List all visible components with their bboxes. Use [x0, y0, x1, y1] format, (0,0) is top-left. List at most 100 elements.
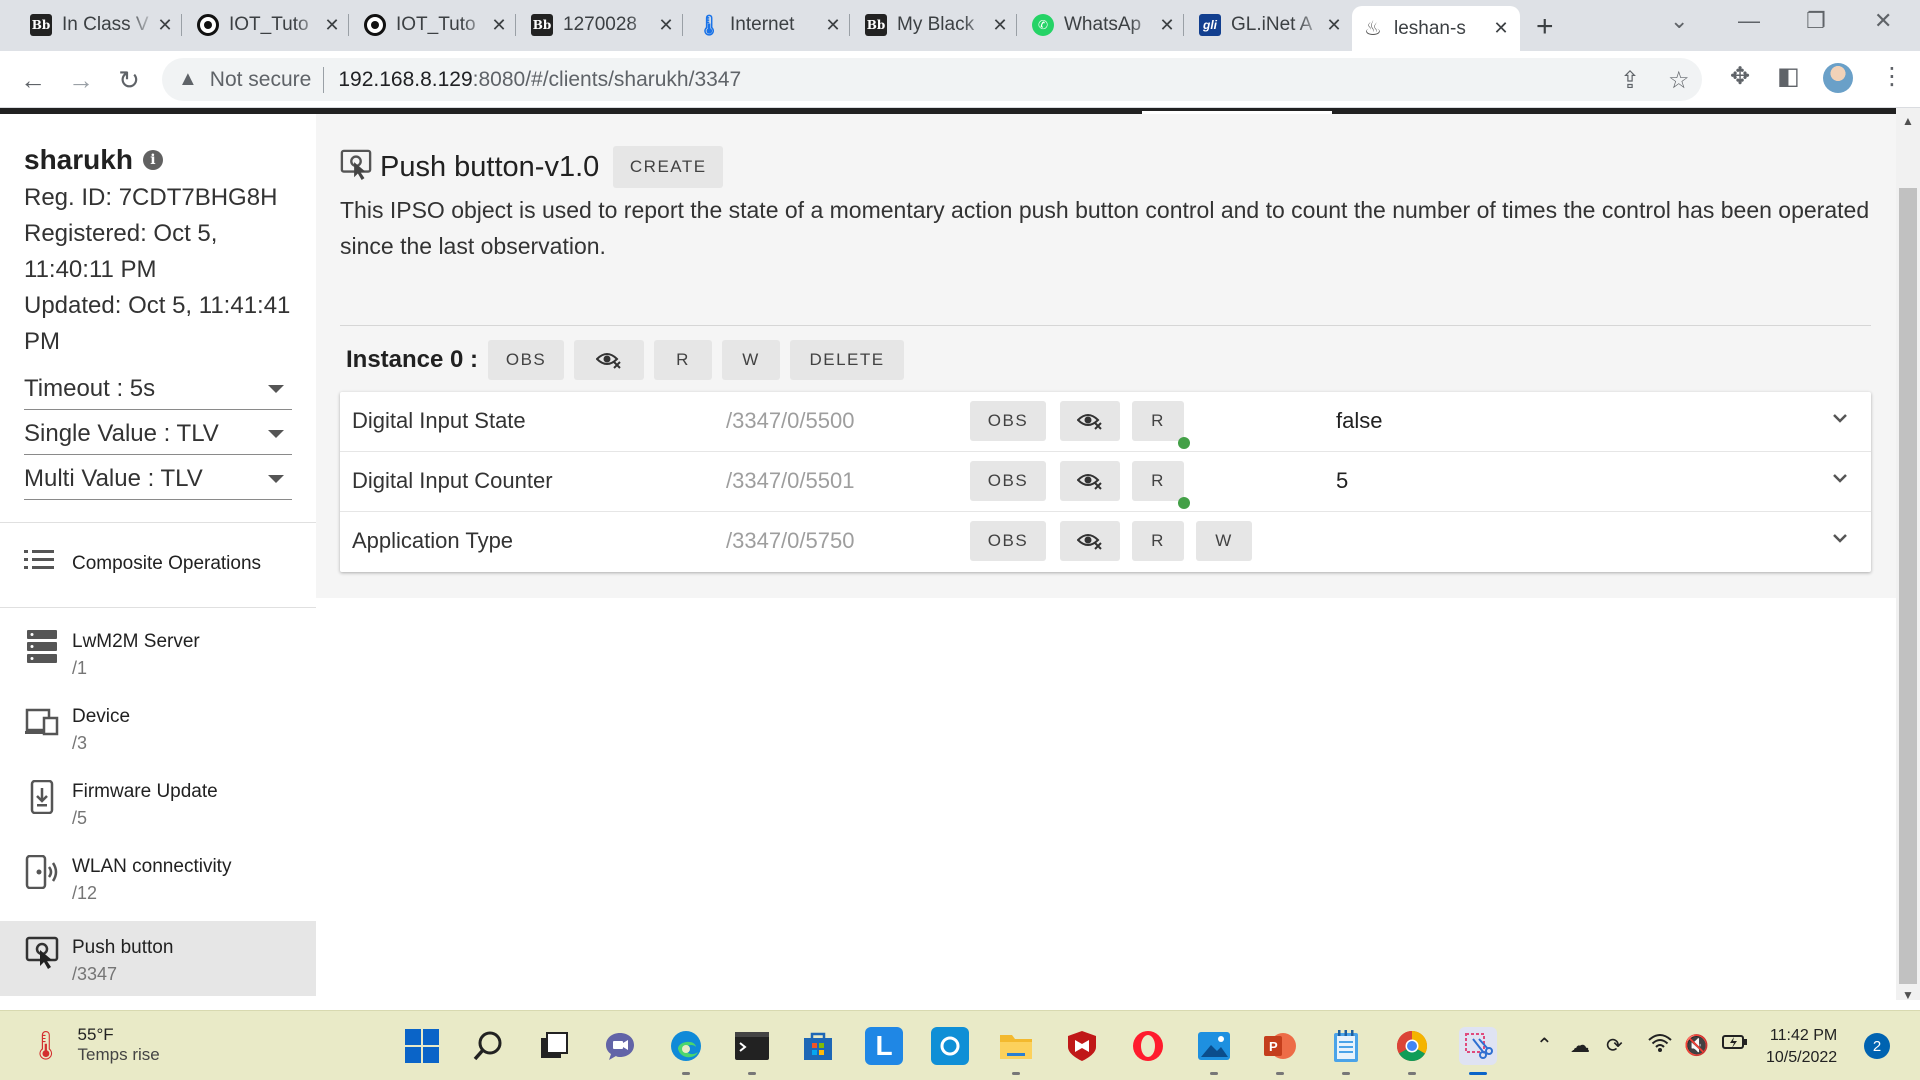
single-value-format-select[interactable]: Single Value : TLV [24, 413, 292, 455]
outlook-icon[interactable] [931, 1027, 969, 1065]
weather-widget[interactable]: 🌡 55°F Temps rise [28, 1025, 160, 1065]
resource-cancel-observe-button[interactable] [1060, 521, 1120, 561]
restore-icon[interactable]: ❐ [1806, 8, 1826, 34]
browser-tab[interactable]: 🌡 Internet ✕ [688, 7, 852, 43]
scrollbar-thumb[interactable] [1899, 188, 1917, 984]
resource-observe-button[interactable]: OBS [970, 521, 1046, 561]
browser-tab[interactable]: Bb 1270028 ✕ [521, 7, 685, 43]
resource-cancel-observe-button[interactable] [1060, 461, 1120, 501]
close-icon[interactable]: ✕ [991, 15, 1009, 36]
resource-read-button[interactable]: R [1132, 521, 1184, 561]
volume-muted-icon[interactable]: 🔇 [1684, 1033, 1709, 1058]
tab-search-chevron-icon[interactable]: ⌄ [1670, 8, 1688, 34]
profile-avatar[interactable] [1823, 63, 1853, 93]
minimize-icon[interactable]: — [1738, 8, 1760, 34]
create-instance-button[interactable]: CREATE [613, 146, 724, 188]
share-icon[interactable]: ⇪ [1620, 66, 1640, 95]
browser-tab[interactable]: ✆ WhatsAp ✕ [1022, 7, 1186, 43]
microsoft-store-icon[interactable] [799, 1027, 837, 1065]
task-view-icon[interactable] [535, 1027, 573, 1065]
clock-time: 11:42 PM [1769, 1027, 1838, 1044]
photos-icon[interactable] [1195, 1027, 1233, 1075]
close-icon[interactable]: ✕ [490, 15, 508, 36]
browser-tab[interactable]: Bb My Black ✕ [855, 7, 1019, 43]
notification-badge[interactable]: 2 [1864, 1033, 1890, 1059]
composite-operations-item[interactable]: Composite Operations [24, 548, 261, 580]
resource-observe-button[interactable]: OBS [970, 461, 1046, 501]
system-clock[interactable]: 11:42 PM 10/5/2022 [1766, 1025, 1837, 1069]
instance-delete-button[interactable]: DELETE [790, 340, 905, 380]
resource-row[interactable]: Digital Input State /3347/0/5500 OBS R f… [340, 392, 1871, 452]
battery-charging-icon[interactable] [1722, 1033, 1748, 1057]
resource-read-button[interactable]: R [1132, 461, 1184, 501]
tray-overflow-chevron-icon[interactable]: ⌃ [1536, 1033, 1553, 1058]
timeout-select[interactable]: Timeout : 5s [24, 368, 292, 410]
sidebar-item-wlan-connectivity[interactable]: WLAN connectivity /12 [0, 840, 316, 915]
chrome-icon[interactable] [1393, 1027, 1431, 1075]
instance-write-button[interactable]: W [722, 340, 781, 380]
sidebar-item-device[interactable]: Device /3 [0, 690, 316, 765]
multi-value-format-select[interactable]: Multi Value : TLV [24, 458, 292, 500]
instance-observe-button[interactable]: OBS [488, 340, 565, 380]
new-tab-plus-icon[interactable]: + [1536, 10, 1554, 44]
sidebar-item-lwm2m-server[interactable]: LwM2M Server /1 [0, 615, 316, 690]
scroll-down-arrow-icon[interactable]: ▼ [1902, 988, 1914, 1002]
sidebar-item-firmware-update[interactable]: Firmware Update /5 [0, 765, 316, 840]
window-close-icon[interactable]: ✕ [1874, 8, 1892, 34]
browser-tab[interactable]: Bb In Class V ✕ [20, 7, 184, 43]
sidebar-item-push-button[interactable]: Push button /3347 [0, 921, 316, 996]
file-explorer-icon[interactable] [997, 1027, 1035, 1075]
close-icon[interactable]: ✕ [323, 15, 341, 36]
close-icon[interactable]: ✕ [657, 15, 675, 36]
browser-tab-active[interactable]: ♨ leshan-s ✕ [1352, 6, 1520, 51]
resource-row[interactable]: Application Type /3347/0/5750 OBS R W [340, 512, 1871, 572]
extensions-puzzle-icon[interactable]: ✥ [1730, 62, 1750, 91]
close-icon[interactable]: ✕ [1158, 15, 1176, 36]
learning-app-icon[interactable]: L [865, 1027, 903, 1065]
resource-cancel-observe-button[interactable] [1060, 401, 1120, 441]
close-icon[interactable]: ✕ [1492, 18, 1510, 39]
edge-browser-icon[interactable] [667, 1027, 705, 1075]
notepad-icon[interactable] [1327, 1027, 1365, 1075]
sync-icon[interactable]: ⟳ [1606, 1033, 1623, 1058]
powerpoint-icon[interactable]: P [1261, 1027, 1299, 1075]
opera-icon[interactable] [1129, 1027, 1167, 1065]
client-name: sharukh i [24, 144, 163, 176]
teams-chat-icon[interactable] [601, 1027, 639, 1065]
resource-row[interactable]: Digital Input Counter /3347/0/5501 OBS R… [340, 452, 1871, 512]
wifi-icon[interactable] [1648, 1033, 1672, 1059]
resource-read-button[interactable]: R [1132, 401, 1184, 441]
browser-tab[interactable]: IOT_Tuto ✕ [187, 7, 351, 43]
back-arrow-icon[interactable]: ← [16, 63, 50, 97]
onedrive-cloud-icon[interactable]: ☁ [1570, 1033, 1590, 1058]
resource-write-button[interactable]: W [1196, 521, 1252, 561]
snipping-tool-icon[interactable] [1459, 1027, 1497, 1075]
chevron-down-icon[interactable] [1826, 404, 1854, 432]
close-icon[interactable]: ✕ [824, 15, 842, 36]
scroll-up-arrow-icon[interactable]: ▲ [1902, 114, 1914, 128]
client-sidebar: sharukh i Reg. ID: 7CDT7BHG8H Registered… [0, 114, 316, 1000]
address-bar[interactable]: ▲ Not secure 192.168.8.129 :8080/#/clien… [162, 58, 1702, 101]
search-icon[interactable] [469, 1027, 507, 1065]
browser-menu-icon[interactable]: ⋮ [1880, 62, 1904, 91]
resource-observe-button[interactable]: OBS [970, 401, 1046, 441]
resource-path: /3347/0/5500 [726, 408, 855, 433]
bookmark-star-icon[interactable]: ☆ [1668, 66, 1690, 95]
mcafee-icon[interactable] [1063, 1027, 1101, 1065]
security-label[interactable]: Not secure [210, 68, 312, 92]
terminal-icon[interactable] [733, 1027, 771, 1075]
close-icon[interactable]: ✕ [1325, 15, 1343, 36]
browser-tab[interactable]: IOT_Tuto ✕ [354, 7, 518, 43]
forward-arrow-icon[interactable]: → [64, 63, 98, 97]
info-icon[interactable]: i [142, 150, 163, 170]
chevron-down-icon[interactable] [1826, 524, 1854, 552]
instance-read-button[interactable]: R [654, 340, 713, 380]
close-icon[interactable]: ✕ [156, 15, 174, 36]
instance-cancel-observe-button[interactable] [574, 340, 645, 380]
start-windows-icon[interactable] [403, 1027, 441, 1065]
browser-tab[interactable]: gli GL.iNet A ✕ [1189, 7, 1353, 43]
chevron-down-icon[interactable] [1826, 464, 1854, 492]
reload-icon[interactable]: ↻ [112, 63, 146, 97]
registration-id: Reg. ID: 7CDT7BHG8H [24, 184, 278, 211]
side-panel-icon[interactable]: ◧ [1777, 62, 1800, 91]
